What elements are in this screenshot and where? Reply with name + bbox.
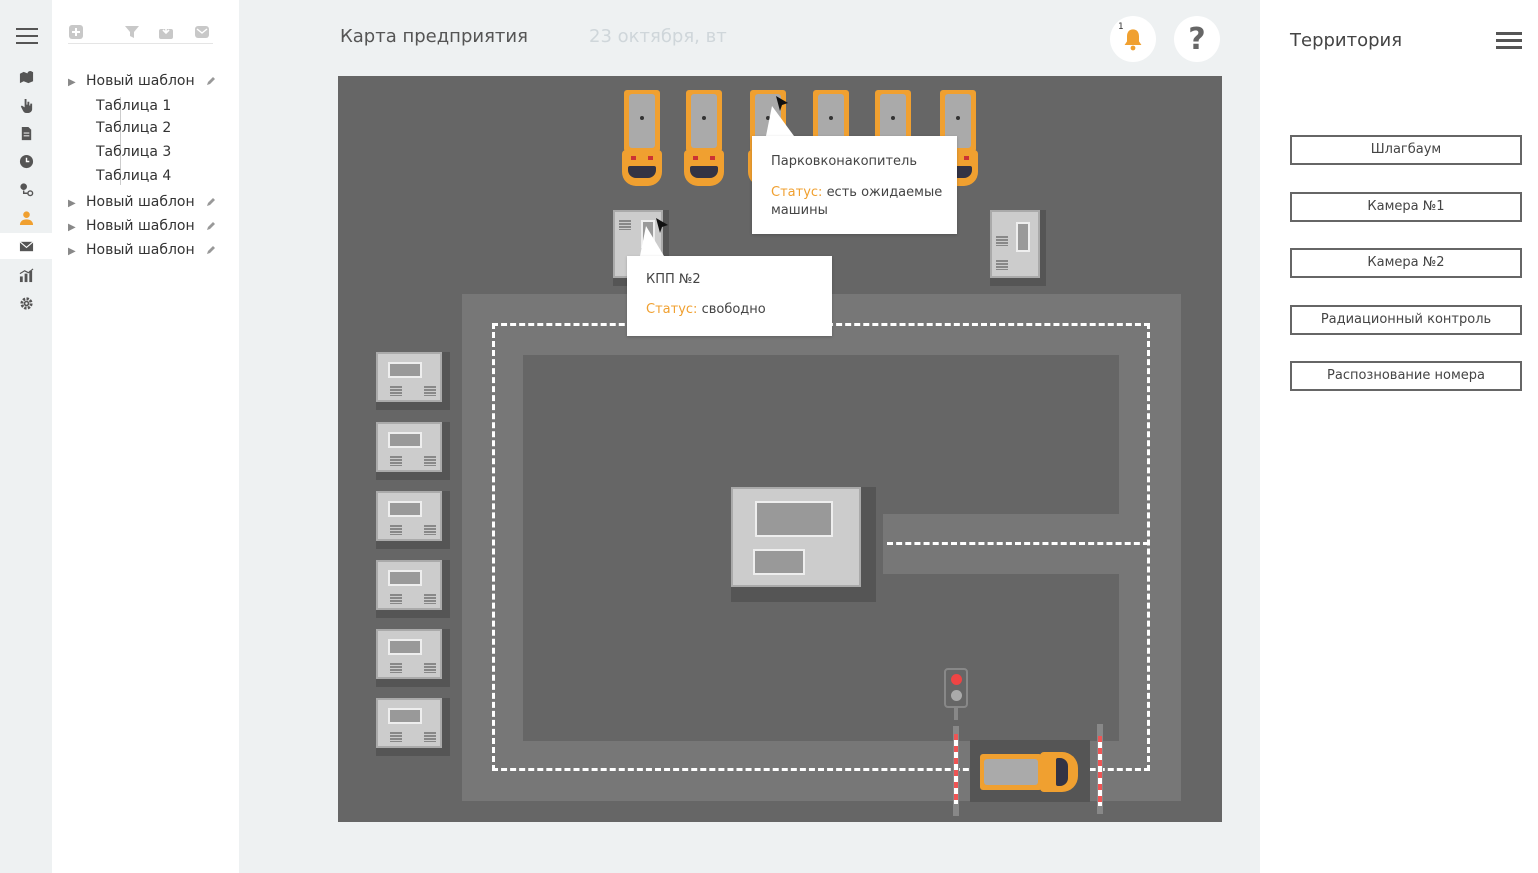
checkpoint-1-building[interactable] xyxy=(990,210,1046,286)
caret-right-icon[interactable]: ▶ xyxy=(68,242,86,262)
edit-pencil-icon[interactable] xyxy=(206,245,216,255)
parked-truck[interactable] xyxy=(684,90,724,188)
traffic-light[interactable] xyxy=(944,668,968,708)
template-tree-panel: ▶ Новый шаблон Таблица 1 Таблица 2 Таблиц… xyxy=(52,0,239,873)
message-icon[interactable] xyxy=(194,24,210,40)
user-icon[interactable] xyxy=(0,204,52,230)
route-icon[interactable] xyxy=(0,176,52,202)
warehouse-building[interactable] xyxy=(376,422,450,480)
camera-2-button[interactable]: Камера №2 xyxy=(1290,248,1522,278)
camera-1-button[interactable]: Камера №1 xyxy=(1290,192,1522,222)
document-icon[interactable] xyxy=(0,120,52,146)
barrier-button[interactable]: Шлагбаум xyxy=(1290,135,1522,165)
notification-count: 1 xyxy=(1118,22,1124,32)
parking-popup-status: Статус: есть ожидаемые машины xyxy=(771,185,943,218)
help-icon: ? xyxy=(1188,21,1206,57)
territory-title: Территория xyxy=(1290,30,1403,51)
barrier-out[interactable] xyxy=(1098,736,1102,806)
tree-template-4[interactable]: ▶ Новый шаблон xyxy=(68,240,215,262)
tree-template-1[interactable]: ▶ Новый шаблон xyxy=(68,71,215,93)
filter-icon[interactable] xyxy=(124,24,140,40)
caret-right-icon[interactable]: ▶ xyxy=(68,218,86,238)
warehouse-building[interactable] xyxy=(376,491,450,549)
plate-recognition-button[interactable]: Распознование номера xyxy=(1290,361,1522,391)
menu-icon[interactable] xyxy=(1496,32,1522,50)
map-icon[interactable] xyxy=(0,64,52,90)
tree-child-table-1[interactable]: Таблица 1 xyxy=(96,96,171,116)
add-icon[interactable] xyxy=(68,24,84,40)
tree-template-2[interactable]: ▶ Новый шаблон xyxy=(68,192,215,214)
menu-icon[interactable] xyxy=(16,28,38,44)
main-building[interactable] xyxy=(731,487,876,602)
radiation-control-button[interactable]: Радиационный контроль xyxy=(1290,305,1522,335)
icon-rail xyxy=(0,0,52,873)
warehouse-building[interactable] xyxy=(376,352,450,410)
traffic-light-pole xyxy=(954,708,958,720)
notifications-button[interactable]: 1 xyxy=(1110,16,1156,62)
enterprise-map[interactable]: Парковконакопитель Статус: есть ожидаемы… xyxy=(338,76,1222,822)
hand-pointer-icon[interactable] xyxy=(0,92,52,118)
cursor-icon xyxy=(776,96,788,111)
checkpoint-popup-status: Статус: свободно xyxy=(646,302,766,317)
warehouse-building[interactable] xyxy=(376,698,450,756)
tree-template-3[interactable]: ▶ Новый шаблон xyxy=(68,216,215,238)
bell-icon xyxy=(1124,29,1142,51)
parking-popup-title: Парковконакопитель xyxy=(771,154,918,169)
warehouse-building[interactable] xyxy=(376,629,450,687)
tree-child-table-3[interactable]: Таблица 3 xyxy=(96,142,171,162)
territory-panel: Территория Шлагбаум Камера №1 Камера №2 … xyxy=(1260,0,1538,873)
tree-child-table-2[interactable]: Таблица 2 xyxy=(96,118,171,138)
help-button[interactable]: ? xyxy=(1174,16,1220,62)
parking-popup: Парковконакопитель Статус: есть ожидаемы… xyxy=(752,136,957,234)
gear-icon[interactable] xyxy=(0,290,52,316)
tree-toolbar xyxy=(68,24,213,44)
cursor-icon xyxy=(656,218,668,233)
caret-right-icon[interactable]: ▶ xyxy=(68,194,86,214)
warehouse-building[interactable] xyxy=(376,560,450,618)
edit-pencil-icon[interactable] xyxy=(206,76,216,86)
tree-child-table-4[interactable]: Таблица 4 xyxy=(96,166,171,186)
barrier-in[interactable] xyxy=(954,734,958,804)
mail-icon[interactable] xyxy=(0,233,52,259)
truck-at-gate[interactable] xyxy=(980,752,1080,792)
parked-truck[interactable] xyxy=(622,90,662,188)
caret-right-icon[interactable]: ▶ xyxy=(68,73,86,93)
road-marking-driveway xyxy=(887,542,1149,545)
checkpoint-popup: КПП №2 Статус: свободно xyxy=(627,256,832,336)
edit-pencil-icon[interactable] xyxy=(206,221,216,231)
page-title: Карта предприятия xyxy=(340,26,528,47)
clock-icon[interactable] xyxy=(0,148,52,174)
checkpoint-popup-title: КПП №2 xyxy=(646,272,701,287)
edit-pencil-icon[interactable] xyxy=(206,197,216,207)
current-date: 23 октября, вт xyxy=(589,26,727,47)
download-icon[interactable] xyxy=(158,24,174,40)
chart-icon[interactable] xyxy=(0,262,52,288)
